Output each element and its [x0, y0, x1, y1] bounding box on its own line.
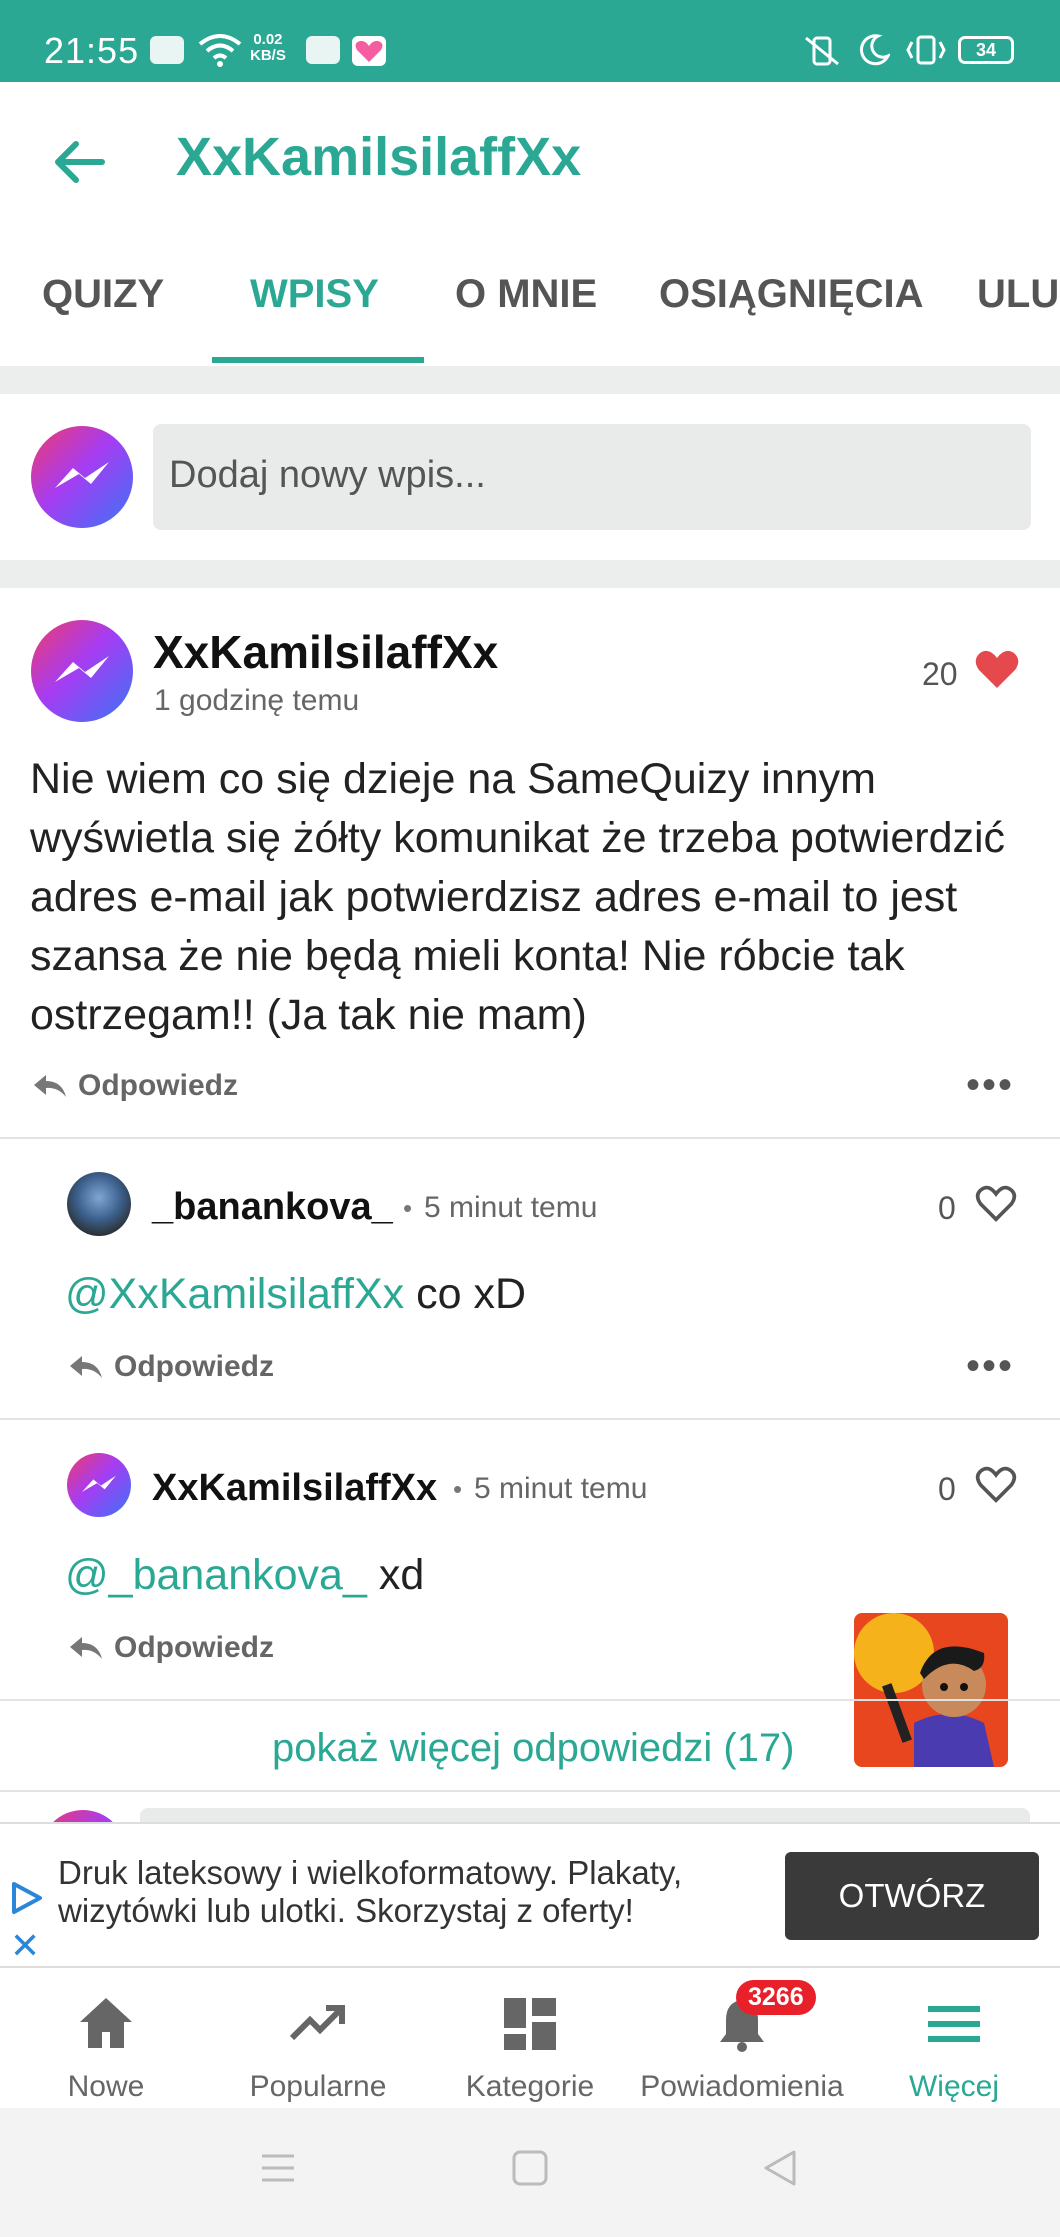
tab-osiagniecia[interactable]: OSIĄGNIĘCIA: [659, 272, 923, 317]
back-button[interactable]: [50, 132, 110, 192]
app-header: XxKamilsilaffXx: [0, 82, 1060, 232]
ad-text: Druk lateksowy i wielkoformatowy. Plakat…: [58, 1854, 683, 1929]
notification-icon: [150, 36, 184, 64]
mention-link[interactable]: @XxKamilsilaffXx: [65, 1270, 404, 1318]
comment-body: @XxKamilsilaffXx co xD: [65, 1270, 527, 1318]
post-like-count: 20: [922, 656, 958, 692]
show-more-replies-link[interactable]: pokaż więcej odpowiedzi (17): [272, 1726, 795, 1771]
status-bar: 21:55 0.02 KB/S 34: [0, 0, 1060, 82]
notification-badge: 3266: [736, 1980, 816, 2015]
reply-button[interactable]: Odpowiedz: [68, 1350, 274, 1384]
reply-icon: [34, 1075, 66, 1097]
more-options-button[interactable]: •••: [966, 1346, 1014, 1386]
comment-author[interactable]: _banankova_: [152, 1186, 393, 1229]
heart-filled-icon[interactable]: [974, 648, 1020, 690]
comment-like-count: 0: [938, 1471, 956, 1507]
divider: [0, 1137, 1060, 1139]
adchoices-icon[interactable]: [8, 1880, 44, 1916]
section-divider: [0, 560, 1060, 588]
comment-time: 5 minut temu: [474, 1472, 648, 1505]
more-options-button[interactable]: •••: [966, 1065, 1014, 1105]
comment-author-avatar[interactable]: [67, 1453, 131, 1517]
ad-close-button[interactable]: ✕: [10, 1928, 40, 1964]
system-navigation-bar: [0, 2108, 1060, 2237]
nav-wiecej[interactable]: Więcej: [848, 1968, 1060, 2108]
new-post-input[interactable]: Dodaj nowy wpis...: [153, 424, 1031, 530]
active-tab-indicator: [212, 357, 424, 363]
comment-author-avatar[interactable]: [67, 1172, 131, 1236]
status-time: 21:55: [44, 30, 140, 71]
heart-app-icon: [352, 36, 386, 66]
vibrate-icon: [906, 35, 946, 65]
comment-time: 5 minut temu: [424, 1191, 598, 1224]
separator-dot: •: [453, 1474, 463, 1504]
mention-link[interactable]: @_banankova_: [65, 1551, 367, 1599]
messenger-icon: [55, 656, 109, 682]
network-speed: 0.02 KB/S: [250, 31, 286, 64]
nav-popularne[interactable]: Popularne: [212, 1968, 424, 2108]
page-title: XxKamilsilaffXx: [176, 127, 582, 187]
divider: [0, 1418, 1060, 1420]
avatar[interactable]: [31, 426, 133, 528]
heart-outline-icon[interactable]: [975, 1184, 1017, 1222]
bottom-navigation: Nowe Popularne Kategorie 3266 Powiadomie…: [0, 1968, 1060, 2108]
post-author[interactable]: XxKamilsilaffXx: [153, 625, 498, 679]
moon-icon: [859, 34, 890, 66]
ad-open-button[interactable]: OTWÓRZ: [785, 1852, 1039, 1940]
tab-ulubione[interactable]: ULU: [977, 272, 1059, 317]
wifi-icon: [198, 34, 242, 67]
reply-button[interactable]: Odpowiedz: [68, 1631, 274, 1665]
battery-indicator: 34: [958, 36, 1014, 64]
menu-icon: [928, 2006, 980, 2042]
post-body: Nie wiem co się dzieje na SameQuizy inny…: [30, 755, 1006, 1039]
separator-dot: •: [403, 1193, 413, 1223]
post-author-avatar[interactable]: [31, 620, 133, 722]
reply-icon: [70, 1637, 102, 1659]
section-divider: [0, 366, 1060, 394]
messenger-icon: [55, 462, 109, 488]
home-button-icon[interactable]: [510, 2148, 550, 2188]
divider: [0, 1790, 1060, 1792]
tab-quizy[interactable]: QUIZY: [42, 272, 164, 317]
back-triangle-icon[interactable]: [760, 2148, 800, 2188]
ad-banner[interactable]: ✕ Druk lateksowy i wielkoformatowy. Plak…: [0, 1822, 1060, 1968]
nav-nowe[interactable]: Nowe: [0, 1968, 212, 2108]
comment-like-count: 0: [938, 1190, 956, 1226]
reply-button[interactable]: Odpowiedz: [32, 1069, 238, 1103]
messenger-icon: [82, 1475, 116, 1492]
trending-icon: [289, 2005, 345, 2041]
layers-app-icon: [306, 36, 340, 64]
floating-game-thumbnail[interactable]: [854, 1613, 1008, 1767]
profile-tabs: QUIZY WPISY O MNIE OSIĄGNIĘCIA ULU: [0, 232, 1060, 366]
arrow-left-icon: [55, 141, 105, 183]
nav-powiadomienia[interactable]: 3266 Powiadomienia: [636, 1968, 848, 2108]
reply-icon: [70, 1356, 102, 1378]
nav-kategorie[interactable]: Kategorie: [424, 1968, 636, 2108]
comment-author[interactable]: XxKamilsilaffXx: [152, 1467, 437, 1510]
divider: [0, 1699, 1060, 1701]
home-icon: [80, 1998, 132, 2048]
grid-icon: [504, 1998, 556, 2050]
recent-apps-icon[interactable]: [258, 2148, 298, 2188]
vibrate-off-icon: [805, 36, 839, 66]
comment-body: @_banankova_ xd: [65, 1551, 425, 1599]
heart-outline-icon[interactable]: [975, 1465, 1017, 1503]
post-time: 1 godzinę temu: [154, 684, 360, 717]
tab-wpisy[interactable]: WPISY: [250, 272, 379, 317]
tab-o-mnie[interactable]: O MNIE: [455, 272, 597, 317]
